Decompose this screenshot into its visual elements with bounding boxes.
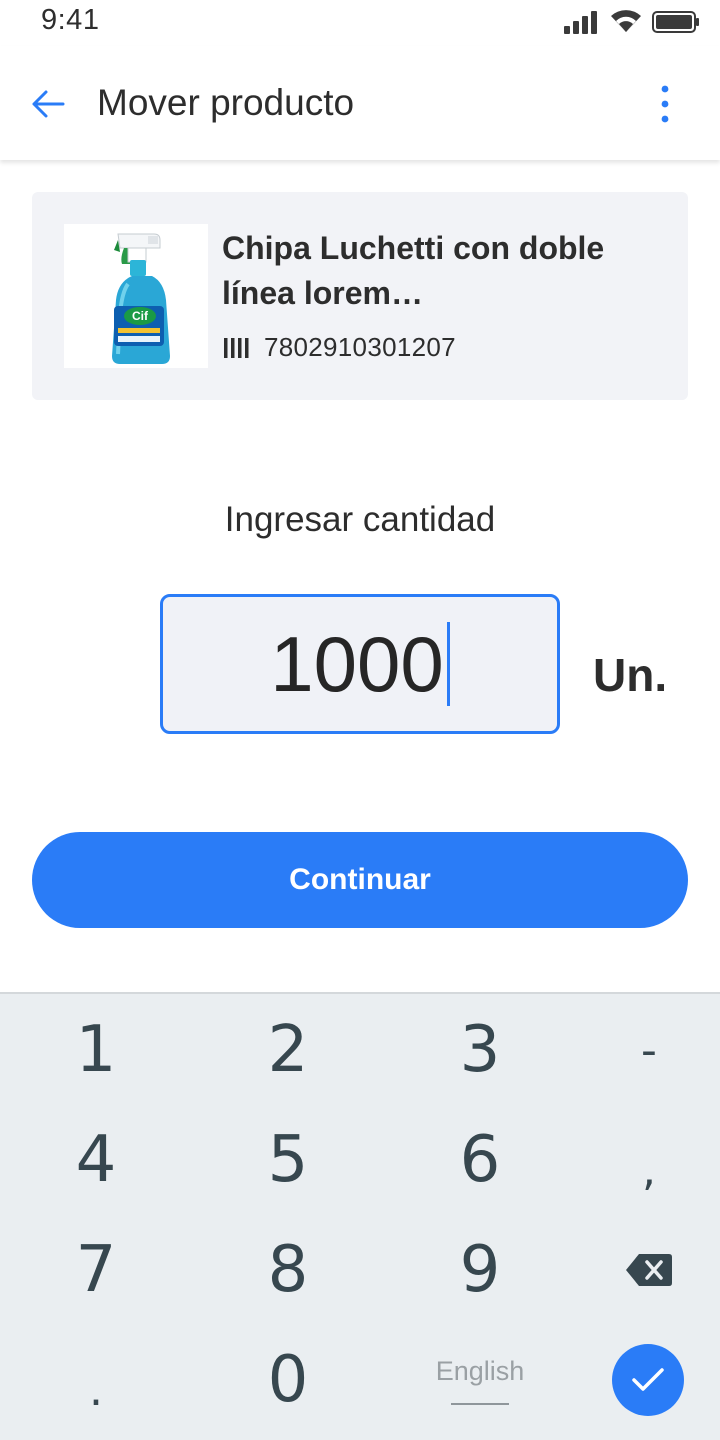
svg-text:Cif: Cif: [132, 309, 149, 323]
numeric-keyboard: 1 2 3 - 4 5 6 , 7 8 9 . 0 English: [0, 992, 720, 1440]
more-options-button[interactable]: [650, 82, 680, 126]
language-underline: [451, 1402, 509, 1405]
product-image: Cif: [64, 224, 208, 368]
check-icon: [632, 1368, 664, 1391]
cleaning-spray-icon: Cif: [112, 233, 170, 364]
product-card: Cif Chipa Luchetti con doble línea lorem…: [32, 192, 688, 400]
backspace-icon: [626, 1254, 672, 1286]
barcode-row: 7802910301207: [224, 332, 456, 363]
quantity-unit: Un.: [593, 649, 668, 701]
signal-icon: [564, 11, 597, 34]
status-time: 9:41: [41, 4, 100, 36]
quantity-input[interactable]: 1000: [160, 594, 560, 734]
page-title: Mover producto: [97, 82, 355, 123]
status-bar: 9:41: [0, 0, 720, 46]
battery-icon: [652, 11, 699, 33]
more-vert-icon: [661, 85, 669, 123]
quantity-label: Ingresar cantidad: [224, 500, 496, 539]
text-cursor: [446, 622, 450, 706]
barcode-icon: [224, 337, 249, 358]
key-1[interactable]: 1: [26, 1000, 166, 1100]
back-button[interactable]: [26, 82, 70, 126]
barcode-value: 7802910301207: [264, 332, 456, 362]
key-0[interactable]: 0: [218, 1330, 358, 1430]
key-3[interactable]: 3: [410, 1000, 550, 1100]
wifi-icon: [611, 10, 641, 33]
backspace-key[interactable]: [579, 1220, 719, 1320]
app-bar: Mover producto: [0, 46, 720, 160]
key-8[interactable]: 8: [218, 1220, 358, 1320]
key-dot[interactable]: .: [26, 1340, 166, 1440]
arrow-left-icon: [32, 90, 65, 118]
quantity-value: 1000: [270, 619, 444, 708]
key-comma[interactable]: ,: [579, 1120, 719, 1220]
key-6[interactable]: 6: [410, 1110, 550, 1210]
key-2[interactable]: 2: [218, 1000, 358, 1100]
language-label: English: [435, 1355, 525, 1386]
key-5[interactable]: 5: [218, 1110, 358, 1210]
key-4[interactable]: 4: [26, 1110, 166, 1210]
language-key[interactable]: English: [410, 1330, 550, 1430]
done-key[interactable]: [612, 1344, 684, 1416]
key-9[interactable]: 9: [410, 1220, 550, 1320]
continue-button[interactable]: Continuar: [32, 832, 688, 928]
product-name: Chipa Luchetti con doble línea lorem…: [222, 230, 605, 311]
status-icons: [564, 8, 700, 36]
key-7[interactable]: 7: [26, 1220, 166, 1320]
key-minus[interactable]: -: [579, 1000, 719, 1100]
